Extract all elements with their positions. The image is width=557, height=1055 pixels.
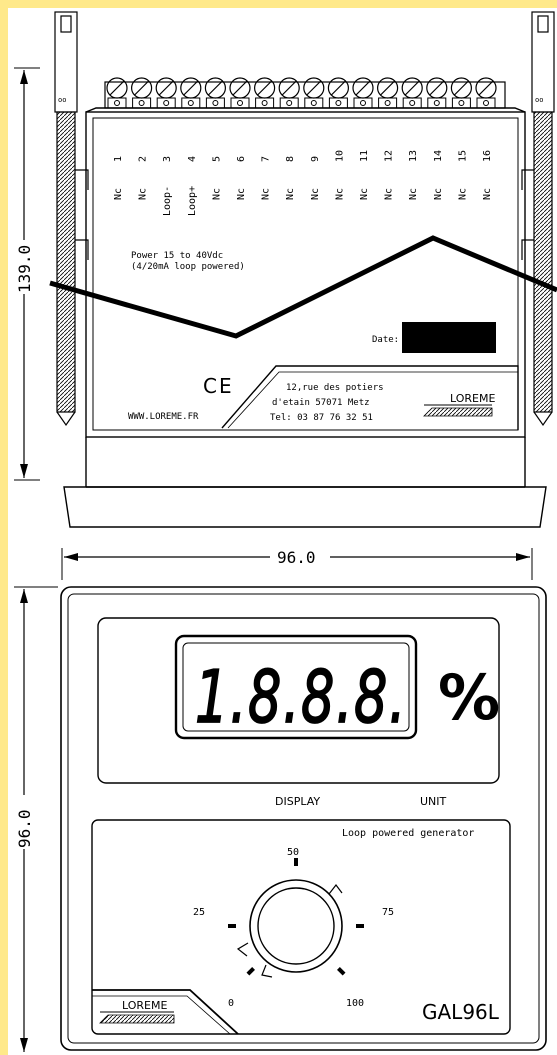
- model-name: GAL96L: [422, 1000, 500, 1024]
- side-bezel: [63, 486, 547, 528]
- svg-text:oo: oo: [535, 96, 543, 104]
- terminal-number: 7: [261, 156, 272, 162]
- wiring-zigzag: [49, 235, 557, 339]
- front-brand-logo: LOREME: [99, 999, 175, 1024]
- address-line1: 12,rue des potiers: [286, 383, 384, 393]
- front-width-label: 96.0: [277, 548, 316, 567]
- power-spec-line1: Power 15 to 40Vdc: [131, 251, 223, 261]
- svg-text:oo: oo: [58, 96, 66, 104]
- address-line2: d'etain 57071 Metz: [272, 398, 370, 408]
- dial-mark-label: 100: [346, 998, 364, 1009]
- lcd-display-value: 1.8.8.8.: [195, 655, 407, 739]
- terminal-labels: Nc Nc Loop- Loop+ Nc Nc Nc Nc Nc Nc Nc Nc Nc Nc Nc Nc: [113, 186, 493, 216]
- phone-number: Tel: 03 87 76 32 51: [270, 413, 373, 423]
- side-housing: [85, 107, 526, 488]
- ce-mark: CE: [203, 374, 234, 398]
- terminal-number: 14: [433, 150, 444, 162]
- terminal-label: Nc: [211, 188, 222, 200]
- terminal-label: Nc: [113, 188, 124, 200]
- terminal-label: Nc: [408, 188, 419, 200]
- terminal-label: Nc: [310, 188, 321, 200]
- front-height-label: 96.0: [15, 809, 34, 848]
- terminal-label: Nc: [359, 188, 370, 200]
- dial-mark-label: 50: [287, 847, 299, 858]
- display-caption: DISPLAY: [275, 795, 320, 808]
- terminal-label: Nc: [482, 188, 493, 200]
- terminal-number: 6: [236, 156, 247, 162]
- terminal-label: Nc: [138, 188, 149, 200]
- terminal-number: 5: [211, 156, 222, 162]
- dial-knob[interactable]: [236, 879, 343, 978]
- dial-mark-label: 75: [382, 907, 394, 918]
- technical-drawing: 139.0 oo oo 1 2 3 4 5 6 7 8 9 10 11 12 13 14 15 16 Nc Nc…: [14, 11, 557, 1052]
- terminal-number: 11: [359, 150, 370, 162]
- terminal-numbers: 1 2 3 4 5 6 7 8 9 10 11 12 13 14 15 16: [113, 150, 493, 162]
- side-brand-logo: LOREME: [423, 392, 495, 417]
- svg-text:LOREME: LOREME: [450, 392, 495, 405]
- front-width-dimension: 96.0: [61, 547, 533, 580]
- terminal-number: 8: [285, 156, 296, 162]
- side-height-label: 139.0: [15, 245, 34, 293]
- terminal-label: Nc: [285, 188, 296, 200]
- terminal-label: Nc: [261, 188, 272, 200]
- dial-mark-label: 0: [228, 998, 234, 1009]
- terminal-label: Loop-: [162, 186, 173, 216]
- unit-caption: UNIT: [420, 795, 447, 808]
- terminal-label: Loop+: [187, 186, 198, 216]
- terminal-number: 13: [408, 150, 419, 162]
- terminal-number: 16: [482, 150, 493, 162]
- unit-symbol: %: [438, 661, 500, 734]
- terminal-label: Nc: [334, 188, 345, 200]
- terminal-number: 2: [138, 156, 149, 162]
- dial-ticks: [228, 858, 364, 976]
- side-height-dimension: 139.0: [14, 67, 40, 481]
- svg-text:LOREME: LOREME: [122, 999, 167, 1012]
- generator-title: Loop powered generator: [342, 828, 474, 839]
- left-mounting-clip: oo: [54, 11, 89, 427]
- dial-tick: [246, 967, 255, 976]
- terminal-number: 10: [334, 150, 345, 162]
- dial-tick: [337, 967, 346, 976]
- terminal-label: Nc: [457, 188, 468, 200]
- terminal-label: Nc: [384, 188, 395, 200]
- terminal-number: 4: [187, 156, 198, 162]
- date-label: Date:: [372, 335, 399, 345]
- terminal-number: 9: [310, 156, 321, 162]
- power-spec-line2: (4/20mA loop powered): [131, 262, 245, 272]
- website: WWW.LOREME.FR: [128, 412, 199, 422]
- front-height-dimension: 96.0: [14, 586, 58, 1052]
- terminal-label: Nc: [433, 188, 444, 200]
- terminal-label: Nc: [236, 188, 247, 200]
- terminal-number: 12: [384, 150, 395, 162]
- date-box: [402, 322, 496, 353]
- terminal-number: 1: [113, 156, 124, 162]
- right-mounting-clip: oo: [521, 11, 555, 427]
- terminal-number: 15: [457, 150, 468, 162]
- dial-mark-label: 25: [193, 907, 205, 918]
- terminal-number: 3: [162, 156, 173, 162]
